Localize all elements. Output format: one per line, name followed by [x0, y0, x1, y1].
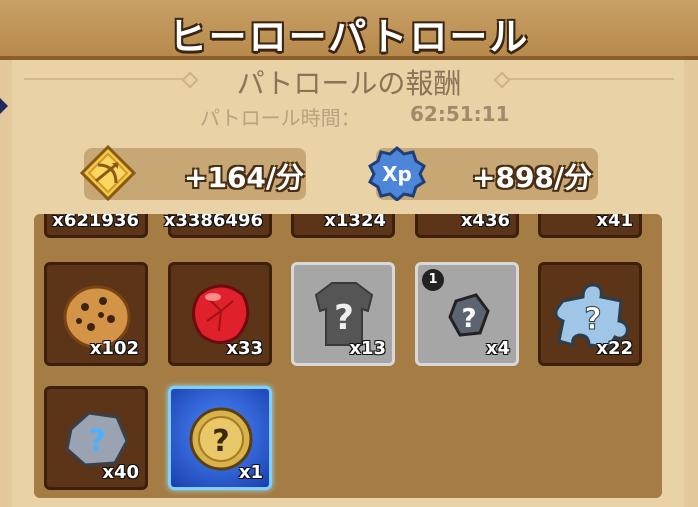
item-slot-mystery-stone[interactable]: ? x40	[44, 386, 148, 490]
item-slot-red-gem[interactable]: x33	[168, 262, 272, 366]
item-slot[interactable]: x621936	[44, 214, 148, 238]
patrol-time-row: パトロール時間： 62:51:11	[200, 100, 510, 130]
xp-badge-icon: Xp	[368, 146, 426, 201]
patrol-time-label: パトロール時間：	[200, 106, 361, 130]
item-quantity: x33	[226, 338, 263, 359]
item-quantity: x13	[349, 338, 386, 359]
item-quantity: x621936	[52, 214, 139, 231]
item-slot-mystery-puzzle[interactable]: ? x22	[538, 262, 642, 366]
svg-text:Xp: Xp	[382, 162, 412, 186]
item-slot-mystery-coin[interactable]: ? x1	[168, 386, 272, 490]
svg-text:?: ?	[584, 302, 601, 337]
item-slot[interactable]: x1324	[291, 214, 395, 238]
reward-items-grid[interactable]: x621936 x3386496 x1324 x436 x41 x102 x33…	[34, 214, 662, 498]
item-quantity: x41	[596, 214, 633, 231]
svg-text:?: ?	[88, 424, 105, 459]
item-quantity: x22	[596, 338, 633, 359]
item-slot[interactable]: x436	[415, 214, 519, 238]
window-title: ヒーローパトロール	[168, 15, 530, 59]
item-slot[interactable]: x41	[538, 214, 642, 238]
bow-emblem-icon	[80, 145, 136, 201]
xp-rate: +898/分	[472, 161, 593, 194]
patrol-window: ヒーローパトロール パトロールの報酬 パトロール時間： 62:51:11 +16…	[0, 0, 698, 507]
svg-text:?: ?	[212, 424, 229, 459]
title-bar: ヒーローパトロール	[0, 0, 698, 60]
svg-text:?: ?	[334, 298, 354, 338]
item-slot-mystery-shard[interactable]: 1 ? x4	[415, 262, 519, 366]
item-slot-mystery-armor[interactable]: ? x13	[291, 262, 395, 366]
patrol-time-value: 62:51:11	[410, 102, 510, 126]
item-slot[interactable]: x3386496	[164, 214, 272, 238]
item-quantity: x1324	[324, 214, 386, 231]
item-slot-cookie[interactable]: x102	[44, 262, 148, 366]
item-quantity: x4	[485, 338, 510, 359]
gold-rate: +164/分	[184, 161, 305, 194]
item-quantity: x3386496	[163, 214, 263, 231]
svg-text:?: ?	[461, 304, 476, 334]
item-quantity: x40	[102, 462, 139, 483]
item-quantity: x1	[238, 462, 263, 483]
item-quantity: x102	[89, 338, 139, 359]
rewards-heading: パトロールの報酬	[236, 67, 462, 100]
item-quantity: x436	[460, 214, 510, 231]
